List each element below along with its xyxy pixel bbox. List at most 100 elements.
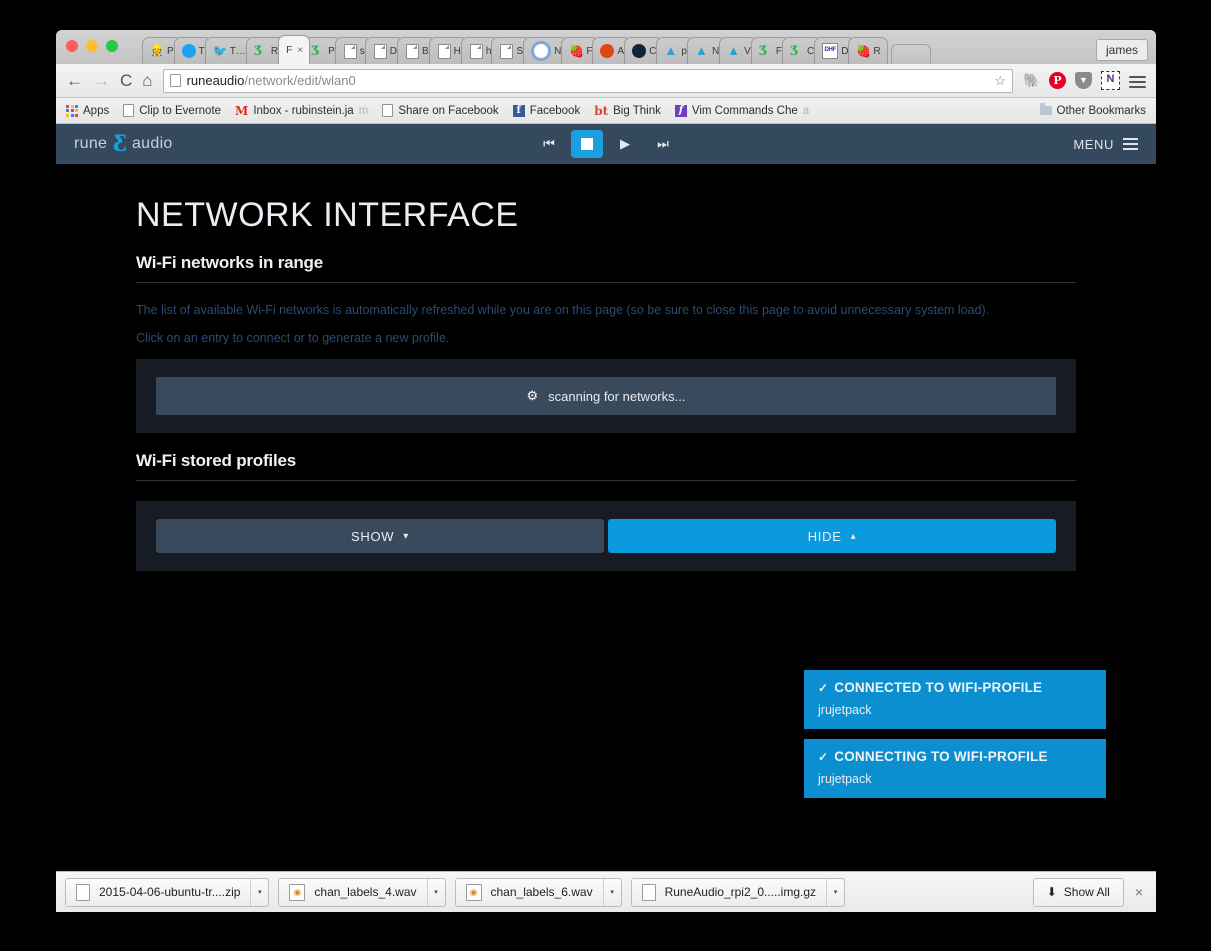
generic-page-icon <box>343 43 357 59</box>
raspberry-pi-icon: 🍓 <box>569 44 585 58</box>
tab-title: P <box>167 45 174 57</box>
stored-profiles-panel: SHOW ▾ HIDE ▴ <box>136 501 1076 571</box>
url-host: runeaudio <box>186 73 245 88</box>
url-path: /network/edit/wlan0 <box>244 73 356 88</box>
tab-close-icon[interactable]: × <box>297 45 303 56</box>
download-filename: 2015-04-06-ubuntu-tr....zip <box>99 885 241 899</box>
browser-tab[interactable]: F × <box>278 35 311 64</box>
feedly-icon: Ʒ <box>758 44 768 59</box>
show-all-downloads-button[interactable]: ⬇ Show All <box>1032 877 1124 907</box>
bookmarks-bar: Apps Clip to Evernote M Inbox - rubinstein.… <box>56 98 1156 124</box>
download-item-main[interactable]: ◉ chan_labels_6.wav <box>456 879 603 906</box>
tab-title: B <box>421 45 429 57</box>
tab-title: N <box>554 45 562 57</box>
download-filename: chan_labels_4.wav <box>314 885 417 899</box>
notification-toast[interactable]: ✓ CONNECTING TO WIFI-PROFILE jrujetpack <box>804 738 1106 798</box>
browser-window: 👷 P T 🐦 T… Ʒ R F × Ʒ Ps D B Hh S N 🍓 F A C ▲ p ▲ N ▲ V Ʒ F Ʒ C DHF D 🍓 R … <box>56 30 1156 871</box>
menu-button[interactable]: MENU <box>1073 137 1138 152</box>
show-profiles-button[interactable]: SHOW ▾ <box>156 519 604 553</box>
notification-toast[interactable]: ✓ CONNECTED TO WIFI-PROFILE jrujetpack <box>804 670 1106 729</box>
chrome-menu-icon[interactable] <box>1129 71 1146 90</box>
download-item-main[interactable]: 2015-04-06-ubuntu-tr....zip <box>66 879 250 906</box>
tab-title: D <box>389 45 397 57</box>
back-icon[interactable]: ← <box>66 72 83 89</box>
bookmark-item[interactable]: Clip to Evernote <box>123 104 221 117</box>
divider <box>136 480 1076 481</box>
play-button[interactable]: ▶ <box>609 130 641 158</box>
download-filename: chan_labels_6.wav <box>490 885 593 899</box>
bookmark-item[interactable]: Apps <box>66 104 109 117</box>
download-menu-caret-icon[interactable]: ▾ <box>426 878 445 906</box>
downloads-bar-actions: ⬇ Show All × <box>1032 877 1147 907</box>
generic-page-icon <box>437 43 451 59</box>
bookmark-item[interactable]: f Vim Commands Che a <box>674 104 809 117</box>
bookmark-item[interactable]: Share on Facebook <box>382 104 499 117</box>
rune-logo[interactable]: rune Ʒ audio <box>74 131 173 157</box>
browser-tab[interactable]: 🍓 R <box>848 37 888 64</box>
download-item[interactable]: ◉ chan_labels_6.wav ▾ <box>454 877 622 907</box>
bookmark-star-icon[interactable]: ☆ <box>994 73 1006 89</box>
profile-chip[interactable]: james <box>1095 39 1148 61</box>
generic-page-icon <box>500 43 514 59</box>
stop-button[interactable] <box>571 130 603 158</box>
logo-text-left: rune <box>74 135 108 152</box>
bookmark-label: Clip to Evernote <box>139 104 222 117</box>
home-icon[interactable]: ⌂ <box>142 72 152 89</box>
download-filename: RuneAudio_rpi2_0.....img.gz <box>664 885 817 899</box>
emoji-construction-worker-icon: 👷 <box>150 45 164 57</box>
forward-icon[interactable]: → <box>93 72 110 89</box>
download-item-main[interactable]: ◉ chan_labels_4.wav <box>279 879 426 906</box>
bookmark-item[interactable]: f Facebook <box>512 104 580 117</box>
maximize-window-button[interactable] <box>106 40 118 52</box>
download-item[interactable]: 2015-04-06-ubuntu-tr....zip ▾ <box>65 877 270 907</box>
new-tab-button[interactable] <box>890 44 931 64</box>
close-downloads-bar-button[interactable]: × <box>1131 884 1147 900</box>
tab-title: C <box>649 45 657 57</box>
download-menu-caret-icon[interactable]: ▾ <box>250 878 268 906</box>
evernote-icon[interactable]: 🐘 <box>1023 72 1040 89</box>
reload-icon[interactable]: C <box>120 72 132 89</box>
toast-body: jrujetpack <box>818 702 872 717</box>
window-controls[interactable] <box>66 40 118 52</box>
audio-file-icon: ◉ <box>289 883 306 901</box>
arch-triangle-icon: ▲ <box>727 43 741 58</box>
page-info-icon <box>169 74 181 87</box>
next-track-button[interactable]: ⏭ <box>647 130 679 158</box>
apps-grid-icon <box>66 104 78 117</box>
address-bar[interactable]: runeaudio/network/edit/wlan0 ☆ <box>162 68 1013 93</box>
tab-title: T <box>198 45 205 57</box>
pinterest-icon[interactable]: P <box>1049 72 1066 89</box>
hide-profiles-button[interactable]: HIDE ▴ <box>608 519 1056 553</box>
menu-label: MENU <box>1073 136 1114 152</box>
minimize-window-button[interactable] <box>86 40 98 52</box>
bigthink-icon: bt <box>594 103 609 118</box>
dhf-badge-icon: DHF <box>822 43 839 59</box>
download-item[interactable]: RuneAudio_rpi2_0.....img.gz ▾ <box>630 877 846 907</box>
download-menu-caret-icon[interactable]: ▾ <box>826 878 844 906</box>
scanning-panel: ⚙ scanning for networks... <box>136 359 1076 433</box>
profiles-toggle-row: SHOW ▾ HIDE ▴ <box>156 519 1056 553</box>
audio-file-icon: ◉ <box>465 883 482 901</box>
bookmark-label: Vim Commands Che <box>691 104 798 117</box>
bookmark-item[interactable]: bt Big Think <box>594 104 661 118</box>
bookmark-item[interactable]: M Inbox - rubinstein.ja m <box>235 104 368 118</box>
facebook-icon: f <box>512 104 525 117</box>
previous-track-button[interactable]: ⏮ <box>533 130 565 158</box>
other-bookmarks-item[interactable]: Other Bookmarks <box>1039 103 1146 117</box>
rune-header: rune Ʒ audio ⏮ ▶ ⏭ MENU <box>56 124 1156 164</box>
download-menu-caret-icon[interactable]: ▾ <box>602 878 621 906</box>
tab-title: N <box>711 45 720 57</box>
runeaudio-app: rune Ʒ audio ⏮ ▶ ⏭ MENU NETWORK INTERFAC… <box>56 124 1156 871</box>
tab-list: 👷 P T 🐦 T… Ʒ R F × Ʒ Ps D B Hh S N 🍓 F A C ▲ p ▲ N ▲ V Ʒ F Ʒ C DHF D 🍓 R <box>142 30 1088 64</box>
download-item[interactable]: ◉ chan_labels_4.wav ▾ <box>278 877 446 907</box>
pocket-icon[interactable]: ▼ <box>1075 72 1092 89</box>
download-item-main[interactable]: RuneAudio_rpi2_0.....img.gz <box>632 879 826 906</box>
onenote-clipper-icon[interactable]: N <box>1101 71 1120 90</box>
tab-title: D <box>841 45 849 57</box>
close-window-button[interactable] <box>66 40 78 52</box>
hamburger-icon <box>1123 138 1138 150</box>
tab-title: C <box>806 45 815 57</box>
section-heading-stored-profiles: Wi-Fi stored profiles <box>136 451 296 470</box>
divider <box>136 282 1076 283</box>
navy-circle-icon <box>632 44 647 58</box>
